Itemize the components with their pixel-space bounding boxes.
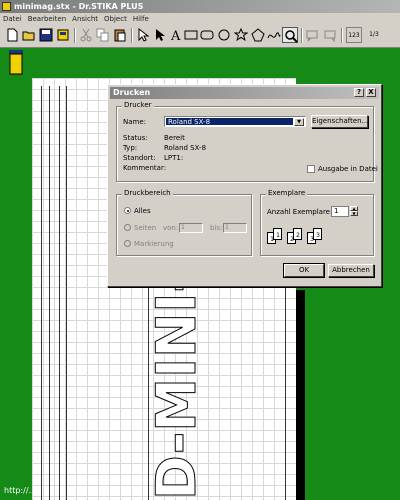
pages-radio[interactable]	[124, 224, 131, 231]
printer-group-label: Drucker	[122, 101, 154, 109]
guide-line	[285, 287, 286, 500]
location-value: LPT1:	[164, 154, 184, 162]
printer-name-value: Roland SX-8	[166, 118, 293, 126]
location-label: Standort:	[123, 154, 156, 162]
help-button[interactable]: ?	[354, 88, 364, 97]
guide-line	[148, 287, 149, 500]
type-value: Roland SX-8	[164, 144, 207, 152]
rectangle-icon[interactable]	[183, 27, 199, 43]
status-label: Status:	[123, 134, 148, 142]
text-tool-icon[interactable]: A	[168, 27, 184, 43]
spin-down-icon[interactable]: ▼	[350, 211, 358, 216]
menu-hilfe[interactable]: Hilfe	[130, 13, 152, 25]
guide-line	[59, 86, 60, 500]
collate-page: 3	[313, 228, 322, 240]
guide-line	[49, 86, 50, 500]
star-icon[interactable]	[233, 27, 249, 43]
to-field[interactable]: 1	[223, 223, 247, 233]
collate-page: 1	[273, 228, 282, 240]
speech-icon[interactable]	[322, 27, 338, 43]
cancel-button[interactable]: Abbrechen	[328, 264, 374, 277]
menu-bar: Datei Bearbeiten Ansicht Object Hilfe	[0, 13, 400, 25]
chevron-down-icon[interactable]: ▼	[294, 118, 304, 126]
app-title: minimag.stx - Dr.STIKA PLUS	[14, 2, 144, 11]
print-to-file-label[interactable]: Ausgabe in Datei	[318, 165, 378, 173]
print-range-label: Druckbereich	[122, 189, 173, 197]
dialog-title: Drucken	[113, 88, 151, 97]
properties-button[interactable]: Eigenschaften...	[311, 115, 368, 128]
polygon-icon[interactable]	[250, 27, 266, 43]
print-to-file-checkbox[interactable]	[307, 165, 315, 173]
all-label[interactable]: Alles	[134, 207, 151, 215]
all-radio[interactable]	[124, 207, 131, 214]
paste-icon[interactable]	[112, 27, 128, 43]
name-label: Name:	[123, 118, 147, 126]
copies-group: Exemplare Anzahl Exemplare: 1 ▲ ▼ 1 1 2 …	[260, 189, 374, 256]
copies-spinner[interactable]: ▲ ▼	[350, 206, 358, 217]
watermark: http://...	[4, 486, 37, 495]
freehand-icon[interactable]	[266, 27, 282, 43]
layer-indicator-icon[interactable]	[8, 50, 24, 76]
printer-group: Drucker Name: Roland SX-8 ▼ Eigenschafte…	[116, 101, 378, 182]
to-label: bis:	[210, 224, 223, 232]
copies-label: Anzahl Exemplare:	[267, 208, 333, 216]
select-arrow-icon[interactable]	[135, 27, 151, 43]
collate-page: 2	[293, 228, 302, 240]
printer-name-select[interactable]: Roland SX-8 ▼	[164, 116, 306, 127]
comment-label: Kommentar:	[123, 164, 167, 172]
app-icon	[2, 2, 11, 11]
rounded-rectangle-icon[interactable]	[199, 27, 215, 43]
print-range-group: Druckbereich Alles Seiten von: 1 bis: 1 …	[116, 189, 252, 256]
guide-line	[41, 86, 42, 500]
open-folder-icon[interactable]	[21, 27, 37, 43]
menu-ansicht[interactable]: Ansicht	[69, 13, 101, 25]
pages-label[interactable]: Seiten	[134, 224, 156, 232]
copies-group-label: Exemplare	[266, 189, 308, 197]
print-icon[interactable]	[55, 27, 71, 43]
menu-datei[interactable]: Datei	[0, 13, 25, 25]
zoom-icon[interactable]	[282, 27, 298, 43]
copies-input[interactable]: 1	[331, 206, 349, 217]
menu-bearbeiten[interactable]: Bearbeiten	[25, 13, 69, 25]
svg-text:A: A	[170, 29, 181, 42]
status-value: Bereit	[164, 134, 185, 142]
fraction-icon[interactable]: 1/3	[366, 27, 382, 43]
cut-icon[interactable]	[78, 27, 94, 43]
selection-radio[interactable]	[124, 240, 131, 247]
menu-object[interactable]: Object	[101, 13, 130, 25]
outline-text-graphic: D-MINI-	[150, 280, 209, 500]
numbering-icon[interactable]: 123	[346, 27, 362, 43]
toolbar: A 123 1/3	[0, 25, 400, 48]
guide-line	[66, 86, 67, 500]
new-file-icon[interactable]	[4, 27, 20, 43]
dialog-title-bar: Drucken ? X	[110, 87, 379, 99]
type-label: Typ:	[123, 144, 138, 152]
ellipse-icon[interactable]	[216, 27, 232, 43]
outline-text: D-MINI-	[150, 280, 208, 500]
from-field[interactable]: 1	[179, 223, 203, 233]
copy-icon[interactable]	[95, 27, 111, 43]
selection-label[interactable]: Markierung	[134, 240, 174, 248]
node-edit-icon[interactable]	[152, 27, 168, 43]
app-title-bar: minimag.stx - Dr.STIKA PLUS	[0, 0, 400, 13]
save-icon[interactable]	[38, 27, 54, 43]
print-dialog: Drucken ? X Drucker Name: Roland SX-8 ▼ …	[107, 84, 382, 287]
message-icon[interactable]	[305, 27, 321, 43]
from-label: von:	[163, 224, 179, 232]
ok-button[interactable]: OK	[283, 263, 325, 278]
canvas-shadow	[296, 290, 305, 500]
close-button[interactable]: X	[366, 88, 376, 97]
